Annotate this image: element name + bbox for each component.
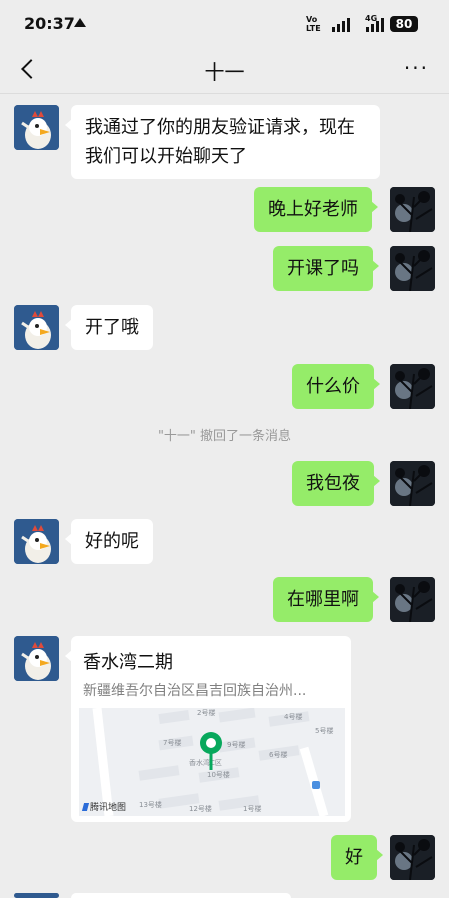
self-avatar[interactable] bbox=[390, 835, 435, 880]
chat-header: 十一 ··· bbox=[0, 44, 449, 94]
navigation-arrow-icon bbox=[74, 18, 86, 27]
self-avatar[interactable] bbox=[390, 246, 435, 291]
map-label: 1号楼 bbox=[243, 805, 262, 813]
volte-top-label: Vo bbox=[306, 15, 318, 24]
contact-avatar[interactable] bbox=[14, 636, 59, 681]
battery-icon: 80 bbox=[390, 16, 418, 32]
self-avatar[interactable] bbox=[390, 187, 435, 232]
location-address: 新疆维吾尔自治区昌吉回族自治州... bbox=[83, 683, 307, 699]
recall-notice: "十一" 撤回了一条消息 bbox=[157, 429, 292, 444]
self-avatar[interactable] bbox=[390, 577, 435, 622]
location-name: 香水湾二期 bbox=[83, 652, 173, 673]
message-bubble-incoming[interactable]: 好的呢 bbox=[65, 519, 153, 564]
location-map-preview[interactable]: 2号楼 4号楼 5号楼 7号楼 9号楼 6号楼 香水湾C区 10号楼 13号楼 … bbox=[79, 708, 345, 816]
message-bubble-outgoing[interactable]: 在哪里啊 bbox=[273, 577, 379, 622]
message-bubble-outgoing[interactable]: 什么价 bbox=[292, 364, 380, 409]
status-time: 20:37 bbox=[24, 14, 75, 33]
map-label: 5号楼 bbox=[315, 727, 334, 735]
map-label: 2号楼 bbox=[197, 709, 216, 717]
contact-avatar[interactable] bbox=[14, 305, 59, 350]
bus-stop-icon bbox=[312, 781, 320, 789]
signal-icon bbox=[332, 17, 350, 32]
contact-avatar[interactable] bbox=[14, 105, 59, 150]
map-brand-label: 腾讯地图 bbox=[81, 800, 127, 813]
self-avatar[interactable] bbox=[390, 461, 435, 506]
message-bubble-incoming[interactable]: 我通过了你的朋友验证请求，现在我们可以开始聊天了 bbox=[65, 105, 380, 179]
self-avatar[interactable] bbox=[390, 364, 435, 409]
message-bubble-outgoing[interactable]: 好 bbox=[331, 835, 383, 880]
map-label: 13号楼 bbox=[139, 801, 162, 809]
tencent-map-icon bbox=[81, 803, 90, 811]
chat-title: 十一 bbox=[204, 60, 245, 84]
map-label: 9号楼 bbox=[227, 741, 246, 749]
map-label: 12号楼 bbox=[189, 805, 212, 813]
map-label: 10号楼 bbox=[207, 771, 230, 779]
contact-avatar-partial[interactable] bbox=[14, 893, 59, 898]
location-pin-icon bbox=[200, 732, 222, 770]
location-message-card[interactable]: 香水湾二期 新疆维吾尔自治区昌吉回族自治州... 2号楼 4号楼 5号楼 7号楼… bbox=[65, 636, 351, 822]
message-bubble-incoming[interactable]: 开了哦 bbox=[65, 305, 153, 350]
signal-icon-2 bbox=[366, 17, 384, 32]
message-bubble-outgoing[interactable]: 晚上好老师 bbox=[254, 187, 378, 232]
message-bubble-outgoing[interactable]: 开课了吗 bbox=[273, 246, 379, 291]
map-label: 6号楼 bbox=[269, 751, 288, 759]
map-label: 7号楼 bbox=[163, 739, 182, 747]
volte-bottom-label: LTE bbox=[306, 24, 321, 33]
map-brand-text: 腾讯地图 bbox=[90, 803, 127, 813]
more-icon[interactable]: ··· bbox=[404, 58, 429, 78]
map-label: 4号楼 bbox=[284, 713, 303, 721]
status-bar: 20:37 Vo LTE 4G 80 bbox=[0, 0, 449, 44]
message-bubble-partial[interactable] bbox=[71, 893, 291, 898]
message-bubble-outgoing[interactable]: 我包夜 bbox=[292, 461, 380, 506]
volte-indicator: Vo LTE bbox=[306, 15, 321, 33]
contact-avatar[interactable] bbox=[14, 519, 59, 564]
